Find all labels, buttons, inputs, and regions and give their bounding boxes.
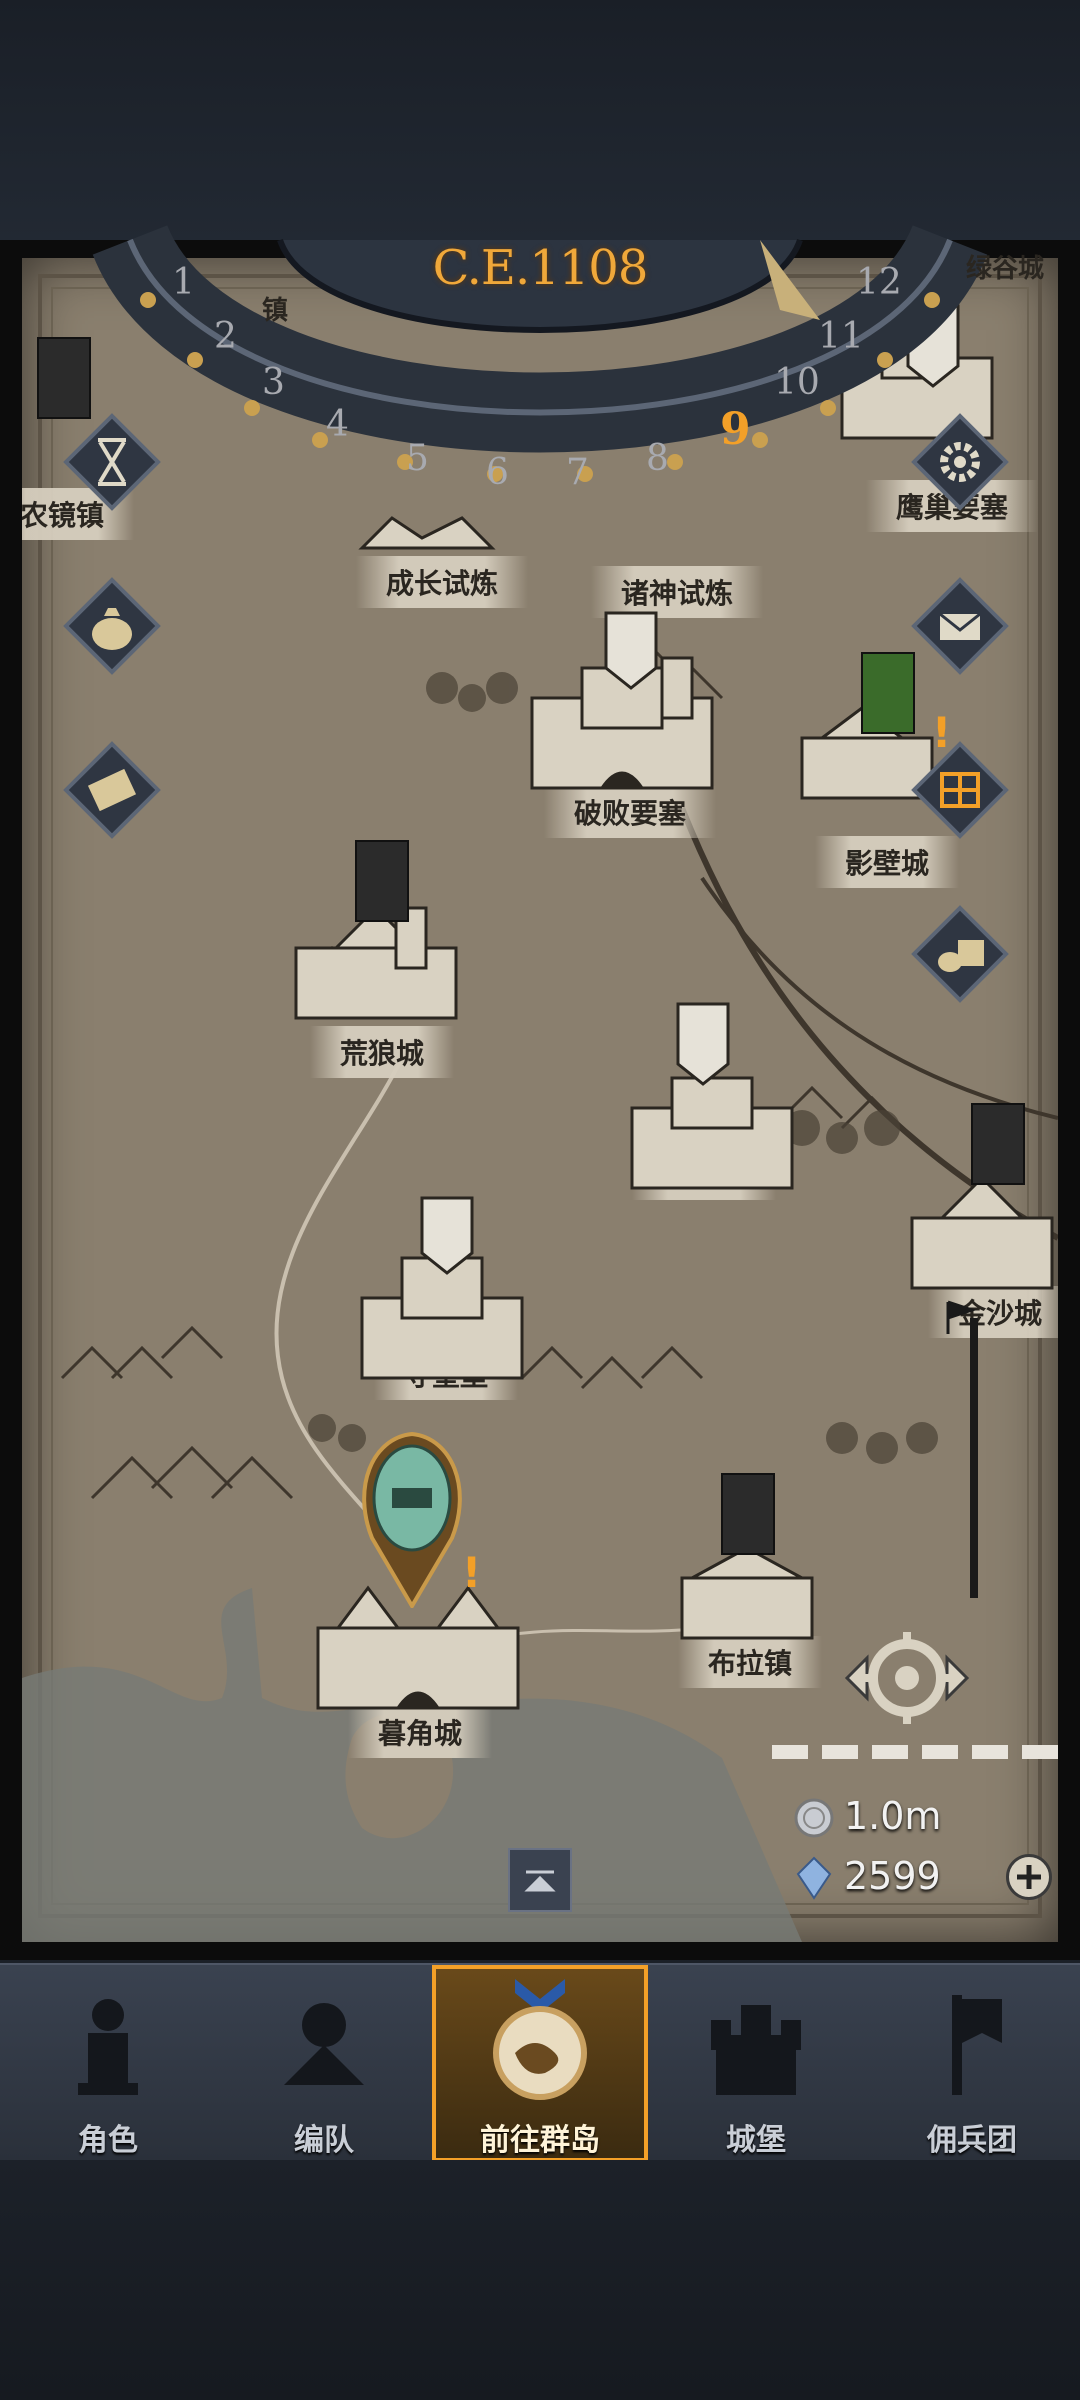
month-label: 10	[774, 362, 820, 403]
tab-label: 佣兵团	[927, 2123, 1017, 2158]
collapse-icon	[524, 1870, 556, 1892]
month-label: 4	[326, 404, 349, 445]
current-month-label: 9	[720, 404, 751, 455]
crate-icon	[911, 905, 1009, 1003]
plus-icon	[1017, 1865, 1041, 1889]
tab-label: 编队	[294, 2123, 354, 2158]
tab-islands[interactable]: 前往群岛	[432, 1965, 648, 2162]
crystal-icon	[796, 1856, 832, 1900]
helmet-icon	[362, 1431, 462, 1610]
silver-amount: 1.0m	[844, 1794, 942, 1838]
scroll-track[interactable]	[970, 1318, 978, 1598]
tab-character[interactable]: 角色	[0, 1965, 216, 2162]
month-label: 1	[172, 262, 195, 303]
compass-icon	[493, 1979, 587, 2100]
town-label: 赤脊堡	[631, 1148, 776, 1200]
settings-button[interactable]	[910, 412, 1010, 512]
month-label: 2	[214, 316, 237, 357]
month-label: 11	[818, 316, 864, 357]
bottom-nav: 角色 编队 前往群岛 城堡 佣兵团	[0, 1963, 1080, 2162]
knight-icon	[78, 1999, 138, 2095]
month-label: 7	[566, 452, 589, 493]
crosshair-icon	[844, 1632, 970, 1724]
add-crystal-button[interactable]	[1006, 1854, 1052, 1900]
tab-formation[interactable]: 编队	[216, 1965, 432, 2162]
money-bag-icon	[63, 577, 161, 675]
alert-icon: !	[462, 1548, 482, 1597]
scroll-button[interactable]	[62, 740, 162, 840]
town-label: 成长试炼	[355, 556, 528, 608]
tab-label: 前往群岛	[480, 2123, 600, 2158]
mail-button[interactable]	[910, 576, 1010, 676]
town-label: 诸神试炼	[590, 566, 763, 618]
tab-label: 城堡	[726, 2123, 786, 2158]
scroll-icon	[63, 741, 161, 839]
town-yingbi[interactable]: 影壁城	[787, 836, 987, 888]
month-label: 5	[406, 438, 429, 479]
tab-mercenaries[interactable]: 佣兵团	[864, 1965, 1080, 2162]
crystal-amount: 2599	[844, 1854, 941, 1898]
dash-row	[772, 1743, 1058, 1763]
town-zhushen[interactable]: 诸神试炼	[577, 566, 777, 618]
era-year: C.E.1108	[432, 240, 649, 296]
hero-marker[interactable]	[362, 1428, 462, 1610]
flag-icon	[946, 1300, 977, 1334]
town-pobai[interactable]: 破败要塞	[530, 786, 730, 838]
locate-button[interactable]	[837, 1618, 977, 1738]
town-label: 守望堡	[373, 1348, 518, 1400]
partial-label: 绿谷城	[966, 254, 1045, 284]
town-label: 影壁城	[814, 836, 959, 888]
mail-icon	[911, 577, 1009, 675]
shop-icon	[911, 741, 1009, 839]
town-label: 荒狼城	[309, 1026, 454, 1078]
town-label: 破败要塞	[543, 786, 716, 838]
tab-castle[interactable]: 城堡	[648, 1965, 864, 2162]
silver-coin-icon	[794, 1798, 834, 1838]
town-huanglang[interactable]: 荒狼城	[282, 1026, 482, 1078]
tab-label: 角色	[78, 2123, 138, 2158]
building-button[interactable]	[910, 740, 1010, 840]
town-chiji[interactable]: 赤脊堡	[604, 1148, 804, 1200]
bag-button[interactable]	[62, 576, 162, 676]
month-label: 8	[646, 438, 669, 479]
month-label: 6	[486, 452, 509, 493]
town-bula[interactable]: 布拉镇	[650, 1636, 850, 1688]
gear-icon	[911, 413, 1009, 511]
town-label: 布拉镇	[677, 1636, 822, 1688]
castle-tab-icon	[711, 2005, 801, 2095]
month-label: 3	[262, 362, 285, 403]
bottom-band	[0, 2160, 1080, 2400]
partial-label: 镇	[262, 296, 289, 326]
helmet-group-icon	[284, 2003, 364, 2085]
town-mujiao[interactable]: 暮角城	[320, 1706, 520, 1758]
town-chengzhang[interactable]: 成长试炼	[342, 556, 542, 608]
town-shouwang[interactable]: 守望堡	[346, 1348, 546, 1400]
collapse-button[interactable]	[508, 1848, 572, 1912]
hourglass-icon	[63, 413, 161, 511]
month-label: 12	[856, 262, 902, 303]
town-label: 暮角城	[347, 1706, 492, 1758]
banner-tab-icon	[952, 1995, 1002, 2095]
hourglass-button[interactable]	[62, 412, 162, 512]
supplies-button[interactable]	[910, 904, 1010, 1004]
